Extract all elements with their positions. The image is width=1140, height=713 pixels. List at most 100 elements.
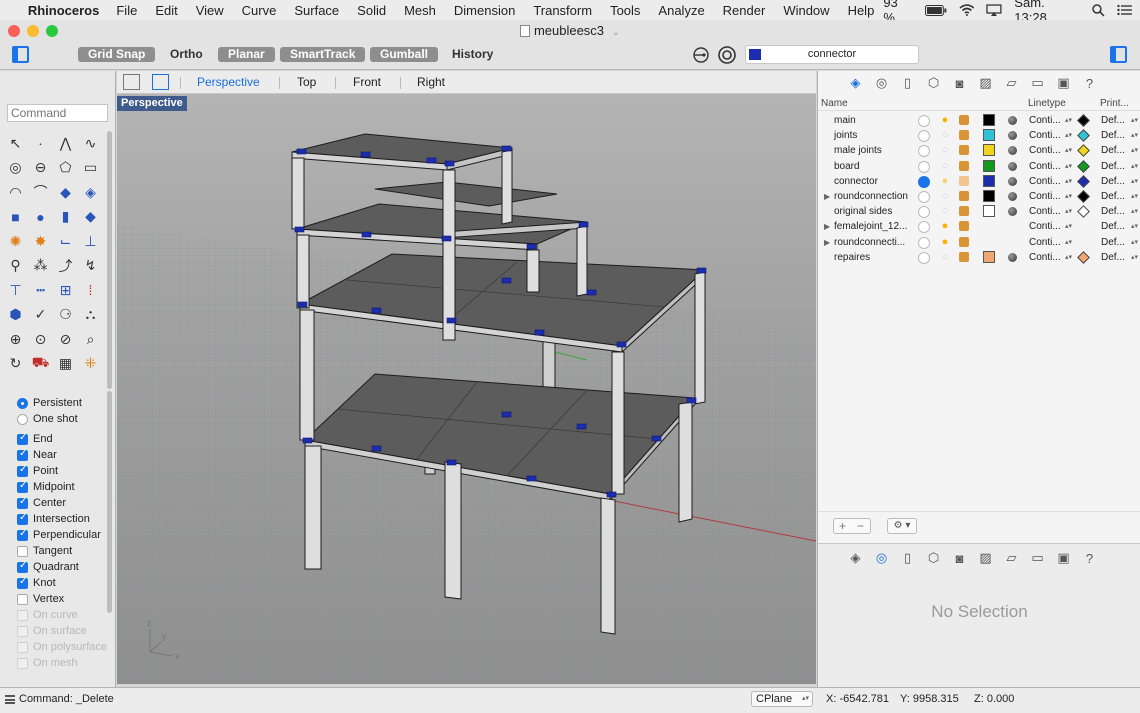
layer-row-joints[interactable]: joints ○ Conti... ▴▾ Def... ▴▾ xyxy=(818,128,1140,143)
object-panel-icon[interactable]: ⬡ xyxy=(924,74,943,93)
analyze-icon[interactable]: ⚆ xyxy=(53,303,78,328)
print-width-stepper-icon[interactable]: ▴▾ xyxy=(1131,206,1138,218)
visibility-bulb-icon[interactable]: ○ xyxy=(938,144,952,156)
zoom-window-icon[interactable]: ⊙ xyxy=(28,327,53,352)
rebuild-icon[interactable]: ↯ xyxy=(78,254,103,279)
visibility-bulb-icon[interactable]: ● xyxy=(938,175,952,187)
document-panel-icon[interactable]: ▯ xyxy=(898,74,917,93)
layer-linetype[interactable]: Conti... xyxy=(1029,161,1061,173)
polygon-icon[interactable]: ⬠ xyxy=(53,156,78,181)
arc-icon[interactable]: ◠ xyxy=(3,180,28,205)
dimension-icon[interactable]: ┅ xyxy=(28,278,53,303)
print-color-swatch[interactable] xyxy=(1077,144,1090,158)
display-panel-icon[interactable]: ▣ xyxy=(1054,549,1073,568)
grid-icon[interactable]: ▦ xyxy=(53,352,78,377)
layer-name[interactable]: roundconnection xyxy=(834,191,908,203)
layer-row-main[interactable]: main ● Conti... ▴▾ Def... ▴▾ xyxy=(818,113,1140,128)
checkbox-tangent[interactable] xyxy=(17,545,28,557)
print-width-stepper-icon[interactable]: ▴▾ xyxy=(1131,252,1138,264)
linetype-stepper-icon[interactable]: ▴▾ xyxy=(1065,252,1072,264)
visibility-bulb-icon[interactable]: ○ xyxy=(938,129,952,141)
rectangle-icon[interactable]: ▭ xyxy=(78,156,103,181)
layer-row-femalejoint[interactable]: ▶ femalejoint_12... ● Conti... ▴▾ Def... ▴… xyxy=(818,219,1140,234)
layer-linetype[interactable]: Conti... xyxy=(1029,191,1061,203)
linetype-stepper-icon[interactable]: ▴▾ xyxy=(1065,206,1072,218)
menu-edit[interactable]: Edit xyxy=(146,3,186,18)
menu-dimension[interactable]: Dimension xyxy=(445,3,524,18)
layer-row-connector[interactable]: connector ● Conti... ▴▾ Def... ▴▾ xyxy=(818,174,1140,189)
notification-center-icon[interactable] xyxy=(1117,4,1133,16)
menu-file[interactable]: File xyxy=(107,3,146,18)
print-width[interactable]: Def... xyxy=(1101,206,1125,218)
checkbox-perpendicular[interactable] xyxy=(17,528,28,541)
layer-row-original-sides[interactable]: original sides ○ Conti... ▴▾ Def... ▴▾ xyxy=(818,204,1140,219)
smarttrack-toggle[interactable]: SmartTrack xyxy=(280,47,366,62)
current-layer-radio[interactable] xyxy=(918,115,930,127)
linetype-stepper-icon[interactable]: ▴▾ xyxy=(1065,176,1072,188)
column-name[interactable]: Name xyxy=(821,98,848,109)
linetype-stepper-icon[interactable]: ▴▾ xyxy=(1065,161,1072,173)
help-panel-icon[interactable]: ? xyxy=(1080,74,1099,93)
extrude-surface-icon[interactable]: ◆ xyxy=(78,205,103,230)
four-view-layout-icon[interactable] xyxy=(123,74,140,90)
viewport-title-label[interactable]: Perspective xyxy=(117,96,187,111)
menu-surface[interactable]: Surface xyxy=(285,3,348,18)
visibility-bulb-icon[interactable]: ● xyxy=(938,220,952,232)
filter-icon[interactable] xyxy=(692,46,710,64)
spotlight-search-icon[interactable] xyxy=(1092,3,1105,17)
group-icon[interactable]: ⁞ xyxy=(78,278,103,303)
layer-row-repaires[interactable]: repaires ○ Conti... ▴▾ Def... ▴▾ xyxy=(818,250,1140,265)
camera-panel-icon[interactable]: ◙ xyxy=(950,549,969,568)
menu-analyze[interactable]: Analyze xyxy=(649,3,713,18)
solid-tools-icon[interactable]: ⬢ xyxy=(3,303,28,328)
rotate-view-icon[interactable]: ↻ xyxy=(3,352,28,377)
linetype-stepper-icon[interactable]: ▴▾ xyxy=(1065,191,1072,203)
left-sidebar-toggle-icon[interactable] xyxy=(12,46,29,63)
command-history-menu-icon[interactable] xyxy=(5,695,15,704)
layer-color-swatch[interactable] xyxy=(983,189,995,202)
print-width-stepper-icon[interactable]: ▴▾ xyxy=(1131,191,1138,203)
boolean-union-icon[interactable]: ● xyxy=(28,205,53,230)
camera-panel-icon[interactable]: ◙ xyxy=(950,74,969,93)
polyline-icon[interactable]: ⋀ xyxy=(53,131,78,156)
osnap-end[interactable]: End xyxy=(17,431,107,447)
print-width[interactable]: Def... xyxy=(1101,252,1125,264)
osnap-tangent[interactable]: Tangent xyxy=(17,543,107,559)
layer-row-male-joints[interactable]: male joints ○ Conti... ▴▾ Def... ▴▾ xyxy=(818,143,1140,158)
window-title[interactable]: meubleesc3 xyxy=(534,23,604,38)
visibility-bulb-icon[interactable]: ● xyxy=(938,114,952,126)
explode-icon[interactable]: ✸ xyxy=(28,229,53,254)
display-panel-icon[interactable]: ▣ xyxy=(1054,74,1073,93)
print-width-stepper-icon[interactable]: ▴▾ xyxy=(1131,130,1138,142)
current-layer-radio[interactable] xyxy=(918,130,930,143)
layer-options-gear-icon[interactable]: ⚙ ▾ xyxy=(887,518,917,534)
osnap-knot[interactable]: Knot xyxy=(17,575,107,591)
viewport-canvas[interactable]: z x y xyxy=(117,94,816,684)
zoom-extents-icon[interactable]: ⊕ xyxy=(3,327,28,352)
layers-panel-icon[interactable]: ◈ xyxy=(846,549,865,568)
tab-front[interactable]: Front xyxy=(353,75,381,90)
tab-right[interactable]: Right xyxy=(417,75,445,90)
battery-icon[interactable] xyxy=(924,4,947,16)
print-color-swatch[interactable] xyxy=(1077,250,1090,264)
checkbox-midpoint[interactable] xyxy=(17,480,28,493)
linetype-stepper-icon[interactable]: ▴▾ xyxy=(1065,130,1072,142)
current-layer-radio[interactable] xyxy=(918,175,930,188)
osnap-point[interactable]: Point xyxy=(17,463,107,479)
help-panel-icon[interactable]: ? xyxy=(1080,549,1099,568)
layer-row-roundconnection-2[interactable]: ▶ roundconnecti... ● Conti... ▴▾ Def... ▴▾ xyxy=(818,235,1140,250)
layer-color-swatch[interactable] xyxy=(983,144,995,157)
layer-name[interactable]: connector xyxy=(834,176,878,188)
material-icon[interactable] xyxy=(1008,146,1017,156)
visibility-bulb-icon[interactable]: ○ xyxy=(938,205,952,217)
tab-perspective[interactable]: Perspective xyxy=(197,75,260,90)
title-chevron-icon[interactable]: ⌄ xyxy=(612,27,620,38)
expand-disclosure-icon[interactable]: ▶ xyxy=(824,221,830,233)
osnap-midpoint[interactable]: Midpoint xyxy=(17,479,107,495)
sun-panel-icon[interactable]: ▱ xyxy=(1002,549,1021,568)
surface-edit-icon[interactable]: ◈ xyxy=(78,180,103,205)
fillet-curve-icon[interactable]: ⌒ xyxy=(28,180,53,205)
current-layer-radio[interactable] xyxy=(918,145,930,158)
lock-icon[interactable] xyxy=(959,221,969,232)
checkbox-quadrant[interactable] xyxy=(17,560,28,573)
